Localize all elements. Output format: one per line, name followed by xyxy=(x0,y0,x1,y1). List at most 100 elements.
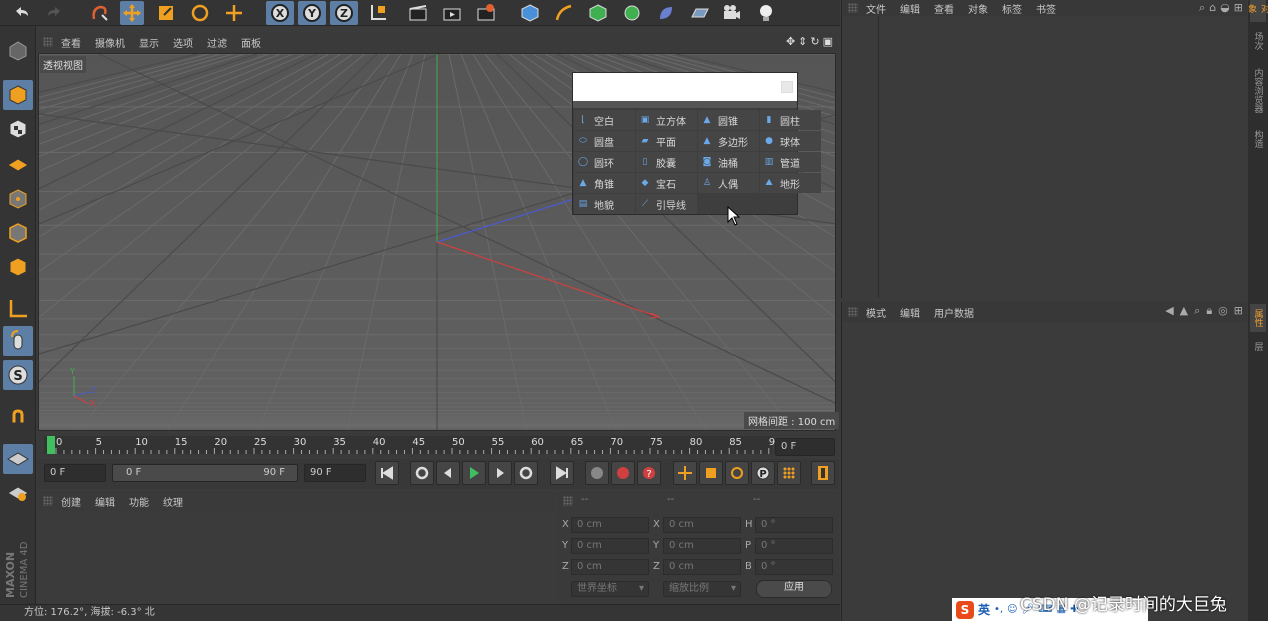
coordinate-system-icon[interactable] xyxy=(366,1,390,25)
edges-mode-icon[interactable] xyxy=(3,218,33,248)
palette-item[interactable]: ♙ 人偶 xyxy=(698,173,759,193)
filter-icon[interactable]: ◒ xyxy=(1220,1,1230,15)
menu-file[interactable]: 文件 xyxy=(866,1,886,16)
lock-icon[interactable]: 🔒︎ xyxy=(1206,304,1212,318)
palette-titlebar[interactable] xyxy=(573,73,797,101)
scale-tool-icon[interactable] xyxy=(154,1,178,25)
palette-item[interactable]: ◙ 油桶 xyxy=(698,152,759,172)
new-panel-icon[interactable]: ⊞ xyxy=(1234,1,1243,15)
panel-grip[interactable] xyxy=(43,37,53,47)
toggle-view-icon[interactable]: ▣ xyxy=(823,35,833,48)
y-axis-lock-icon[interactable]: Y xyxy=(298,1,326,25)
ime-emoji-icon[interactable]: ☺ xyxy=(1007,604,1017,615)
palette-item[interactable]: ▲ 圆锥 xyxy=(698,110,759,130)
key-rotation-icon[interactable] xyxy=(725,461,749,485)
ime-punct-icon[interactable]: •, xyxy=(994,604,1003,615)
tab-takes[interactable]: 场次 xyxy=(1250,26,1266,56)
menu-edit[interactable]: 编辑 xyxy=(900,1,920,16)
move-view-icon[interactable]: ✥ xyxy=(786,35,795,48)
goto-end-icon[interactable] xyxy=(550,461,574,485)
menu-filter[interactable]: 过滤 xyxy=(207,35,227,50)
floor-icon[interactable] xyxy=(688,1,712,25)
pen-spline-icon[interactable] xyxy=(552,1,576,25)
menu-tags[interactable]: 标签 xyxy=(1002,1,1022,16)
ime-language[interactable]: 英 xyxy=(978,601,990,618)
cloner-icon[interactable] xyxy=(620,1,644,25)
z-axis-lock-icon[interactable]: Z xyxy=(330,1,358,25)
dolly-view-icon[interactable]: ⇕ xyxy=(798,35,807,48)
record-keys-icon[interactable] xyxy=(585,461,609,485)
palette-drag-strip[interactable] xyxy=(573,101,797,108)
tweak-mode-icon[interactable] xyxy=(3,326,33,356)
coord-value-field[interactable]: 0 cm xyxy=(663,517,741,533)
texture-mode-icon[interactable] xyxy=(3,114,33,144)
light-icon[interactable] xyxy=(754,1,778,25)
palette-item[interactable]: ▣ 立方体 xyxy=(636,110,697,130)
timeline-marker[interactable] xyxy=(47,436,55,454)
next-frame-icon[interactable] xyxy=(488,461,512,485)
coord-value-field[interactable]: 0 cm xyxy=(571,538,649,554)
points-mode-icon[interactable] xyxy=(3,184,33,214)
current-frame-field[interactable]: 0 F xyxy=(775,438,835,456)
coord-value-field[interactable]: 0 cm xyxy=(571,559,649,575)
close-icon[interactable] xyxy=(781,81,793,93)
menu-edit[interactable]: 编辑 xyxy=(95,494,115,509)
tab-layers[interactable]: 层 xyxy=(1250,336,1266,356)
recent-tool-icon[interactable] xyxy=(222,1,246,25)
menu-display[interactable]: 显示 xyxy=(139,35,159,50)
end-frame-field[interactable]: 90 F xyxy=(304,464,366,482)
menu-bookmarks[interactable]: 书签 xyxy=(1036,1,1056,16)
autokey-icon[interactable] xyxy=(611,461,635,485)
next-key-icon[interactable] xyxy=(514,461,538,485)
palette-item[interactable]: ▰ 平面 xyxy=(636,131,697,151)
menu-create[interactable]: 创建 xyxy=(61,494,81,509)
sogou-logo-icon[interactable]: S xyxy=(956,600,974,619)
menu-texture[interactable]: 纹理 xyxy=(163,494,183,509)
x-axis-lock-icon[interactable]: X xyxy=(266,1,294,25)
deformer-icon[interactable] xyxy=(654,1,678,25)
axis-mode-icon[interactable] xyxy=(3,294,33,324)
key-pla-icon[interactable] xyxy=(777,461,801,485)
palette-item[interactable]: ▮ 圆柱 xyxy=(760,110,821,130)
menu-user-data[interactable]: 用户数据 xyxy=(934,305,974,320)
palette-item[interactable]: ⛰ 地形 xyxy=(760,173,821,193)
move-tool-icon[interactable] xyxy=(120,1,144,25)
rotate-view-icon[interactable]: ↻ xyxy=(810,35,819,48)
menu-edit[interactable]: 编辑 xyxy=(900,305,920,320)
prev-frame-icon[interactable] xyxy=(436,461,460,485)
palette-item[interactable]: ⟋ 引导线 xyxy=(636,194,697,214)
palette-item[interactable]: ◯ 圆环 xyxy=(574,152,635,172)
timeline-window-icon[interactable] xyxy=(811,461,835,485)
timeline-ruler[interactable] xyxy=(44,436,772,454)
panel-grip[interactable] xyxy=(563,496,573,506)
palette-item[interactable]: ◆ 宝石 xyxy=(636,173,697,193)
palette-item[interactable]: ▥ 管道 xyxy=(760,152,821,172)
tab-attributes[interactable]: 属性 xyxy=(1250,304,1266,332)
solo-mode-icon[interactable]: S xyxy=(3,360,33,390)
target-icon[interactable]: ◎ xyxy=(1218,304,1228,318)
key-position-icon[interactable] xyxy=(673,461,697,485)
palette-item[interactable]: ▲ 多边形 xyxy=(698,131,759,151)
start-frame-field[interactable]: 0 F xyxy=(44,464,106,482)
palette-item[interactable]: ● 球体 xyxy=(760,131,821,151)
menu-function[interactable]: 功能 xyxy=(129,494,149,509)
coord-value-field[interactable]: 0 cm xyxy=(571,517,649,533)
apply-button[interactable]: 应用 xyxy=(756,580,832,598)
palette-item[interactable]: ⌊ 空白 xyxy=(574,110,635,130)
render-picture-viewer-icon[interactable] xyxy=(440,1,464,25)
material-area[interactable] xyxy=(37,511,555,601)
model-mode-icon[interactable] xyxy=(3,80,33,110)
up-arrow-icon[interactable]: ▲ xyxy=(1180,304,1188,318)
palette-item[interactable]: ⬭ 圆盘 xyxy=(574,131,635,151)
tab-structure[interactable]: 构造 xyxy=(1250,124,1266,154)
search-icon[interactable]: ⌕ xyxy=(1194,304,1200,318)
menu-panel[interactable]: 面板 xyxy=(241,35,261,50)
cube-object-icon[interactable] xyxy=(518,1,542,25)
locked-workplane-icon[interactable] xyxy=(3,478,33,508)
menu-options[interactable]: 选项 xyxy=(173,35,193,50)
tab-objects[interactable]: 对象 xyxy=(1246,0,1268,22)
menu-view[interactable]: 查看 xyxy=(934,1,954,16)
workplane-lock-icon[interactable] xyxy=(3,444,33,474)
home-icon[interactable]: ⌂ xyxy=(1209,1,1216,15)
scale-mode-select[interactable]: 缩放比例 ▾ xyxy=(663,581,741,597)
